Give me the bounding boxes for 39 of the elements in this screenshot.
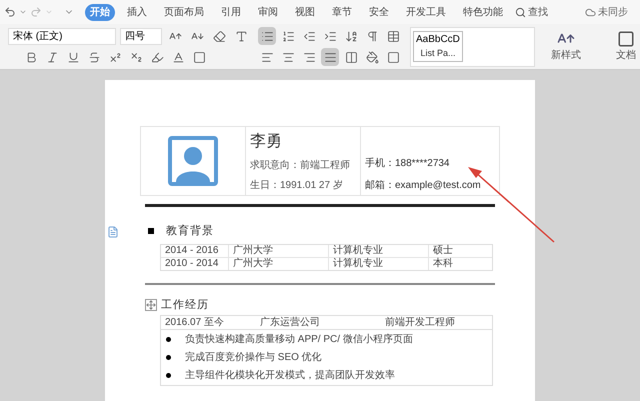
font-size-field[interactable]: 四号 [120, 28, 162, 44]
phone-number: 手机：188****2734 [365, 156, 450, 171]
person-name: 李勇 [250, 130, 283, 152]
menu-tab[interactable]: 插入 [122, 4, 152, 20]
new-style-button[interactable]: 新样式 [551, 30, 581, 63]
menu-tab[interactable]: 引用 [216, 4, 246, 20]
document-button[interactable]: 文档 [616, 30, 636, 63]
menu-tab[interactable]: 视图 [290, 4, 320, 20]
bullet-text: 主导组件化模块化开发模式，提高团队开发效率 [185, 368, 395, 383]
birth-date: 生日：1991.01 27 岁 [250, 178, 344, 193]
table-cell-text: 本科 [432, 258, 454, 270]
search-button[interactable]: 查找 [515, 4, 548, 20]
bullet-text: 负责快速构建高质量移动 APP/ PC/ 微信小程序页面 [185, 332, 413, 347]
menu-tab[interactable]: 开发工具 [401, 4, 451, 20]
table-cell: 2010 - 2014 [161, 258, 229, 270]
menu-tab[interactable]: 页面布局 [159, 4, 209, 20]
table-cell-text: 前端开发工程师 [384, 316, 456, 329]
table-cell: 计算机专业 [329, 244, 429, 256]
menu-tab[interactable]: 审阅 [253, 4, 283, 20]
menu-tab[interactable]: 章节 [327, 4, 357, 20]
sync-status[interactable]: 未同步 [585, 4, 628, 20]
section-title: 教育背景 [166, 224, 214, 239]
menu-tab[interactable]: 安全 [364, 4, 394, 20]
menu-tab[interactable]: 特色功能 [458, 4, 508, 20]
table-cell-text: 2016.07 至今 [164, 316, 225, 329]
table-cell: 广州大学 [229, 258, 329, 270]
table-cell: 2014 - 2016 [161, 244, 229, 256]
style-preview: AaBbCcD [416, 33, 460, 48]
job-intent: 求职意向：前端工程师 [250, 158, 351, 173]
font-name-field[interactable]: 宋体 (正文) [8, 28, 116, 44]
email-address: 邮箱：example@test.com [365, 178, 482, 193]
table-cell: 广州大学 [229, 244, 329, 256]
table-cell-text: 广东运营公司 [259, 316, 321, 329]
style-gallery[interactable]: AaBbCcD List Pa... [410, 26, 535, 66]
table-cell: 计算机专业 [329, 258, 429, 270]
bullet-text: 完成百度竞价操作与 SEO 优化 [185, 350, 322, 365]
style-name: List Pa... [420, 47, 456, 60]
table-cell-text: 硕士 [432, 244, 454, 256]
section-title: 工作经历 [161, 298, 209, 312]
